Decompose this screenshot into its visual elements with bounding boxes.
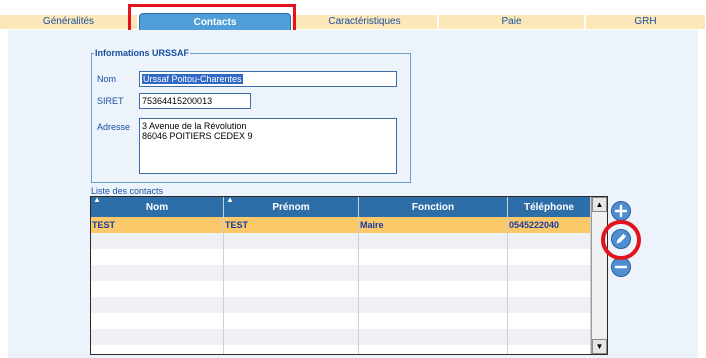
table-row[interactable] <box>91 345 591 354</box>
scroll-down-icon[interactable]: ▼ <box>592 339 607 354</box>
plus-circle-icon <box>614 204 628 218</box>
adresse-label: Adresse <box>97 122 131 132</box>
table-cell-prenom <box>224 281 359 297</box>
contacts-list-title: Liste des contacts <box>91 186 164 196</box>
table-cell-telephone <box>508 233 591 249</box>
table-row[interactable]: TEST TEST Maire 0545222040 <box>91 217 591 233</box>
tab-paie[interactable]: Paie <box>439 15 585 29</box>
table-row[interactable] <box>91 249 591 265</box>
add-contact-button[interactable] <box>611 201 631 221</box>
table-cell-nom <box>91 265 224 281</box>
table-cell-telephone <box>508 329 591 345</box>
table-cell-prenom <box>224 249 359 265</box>
tab-bar: Généralités Contacts Caractéristiques Pa… <box>0 0 706 30</box>
table-row[interactable] <box>91 281 591 297</box>
table-cell-telephone <box>508 313 591 329</box>
table-row[interactable] <box>91 265 591 281</box>
table-cell-fonction <box>359 297 508 313</box>
tab-caracteristiques[interactable]: Caractéristiques <box>292 15 438 29</box>
column-header-nom[interactable]: ▲ Nom <box>91 197 224 217</box>
table-cell-telephone <box>508 249 591 265</box>
table-cell-nom <box>91 249 224 265</box>
sort-icon: ▲ <box>93 196 101 204</box>
adresse-field[interactable]: 3 Avenue de la Révolution 86046 POITIERS… <box>139 118 397 174</box>
urssaf-legend: Informations URSSAF <box>94 48 191 59</box>
table-row[interactable] <box>91 233 591 249</box>
minus-circle-icon <box>614 265 628 269</box>
table-cell-prenom <box>224 313 359 329</box>
vertical-scrollbar[interactable]: ▲ ▼ <box>591 197 607 354</box>
table-cell-nom <box>91 281 224 297</box>
table-cell-nom <box>91 233 224 249</box>
table-cell-telephone: 0545222040 <box>508 217 591 233</box>
table-cell-prenom <box>224 233 359 249</box>
table-cell-telephone <box>508 297 591 313</box>
table-row[interactable] <box>91 313 591 329</box>
nom-field[interactable]: Urssaf Poitou-Charentes <box>139 71 397 87</box>
siret-field[interactable]: 75364415200013 <box>139 93 251 109</box>
nom-label: Nom <box>97 74 117 84</box>
table-cell-fonction <box>359 233 508 249</box>
table-row[interactable] <box>91 297 591 313</box>
scroll-up-icon[interactable]: ▲ <box>592 197 607 212</box>
siret-label: SIRET <box>97 96 124 106</box>
table-cell-fonction <box>359 265 508 281</box>
table-cell-nom <box>91 345 224 354</box>
table-cell-nom <box>91 313 224 329</box>
table-cell-prenom <box>224 345 359 354</box>
table-cell-fonction <box>359 249 508 265</box>
column-header-fonction[interactable]: Fonction <box>359 197 508 217</box>
column-header-prenom[interactable]: ▲ Prénom <box>224 197 359 217</box>
tab-grh[interactable]: GRH <box>586 15 706 29</box>
table-cell-fonction: Maire <box>359 217 508 233</box>
table-cell-telephone <box>508 265 591 281</box>
sort-icon: ▲ <box>226 196 234 204</box>
column-header-telephone[interactable]: Téléphone <box>508 197 591 217</box>
table-cell-nom <box>91 329 224 345</box>
table-row[interactable] <box>91 329 591 345</box>
table-cell-telephone <box>508 281 591 297</box>
table-cell-prenom <box>224 329 359 345</box>
edit-button-highlight <box>601 220 641 260</box>
remove-contact-button[interactable] <box>611 257 631 277</box>
table-cell-prenom <box>224 265 359 281</box>
table-header: ▲ Nom ▲ Prénom Fonction Téléphone <box>91 197 591 217</box>
tab-generalites[interactable]: Généralités <box>0 15 138 29</box>
table-cell-fonction <box>359 345 508 354</box>
table-cell-nom: TEST <box>91 217 224 233</box>
contacts-table: ▲ Nom ▲ Prénom Fonction Téléphone TEST TEST… <box>90 196 608 355</box>
table-cell-nom <box>91 297 224 313</box>
nom-value: Urssaf Poitou-Charentes <box>142 74 243 84</box>
table-cell-fonction <box>359 313 508 329</box>
table-cell-fonction <box>359 329 508 345</box>
table-cell-fonction <box>359 281 508 297</box>
table-cell-telephone <box>508 345 591 354</box>
table-cell-prenom: TEST <box>224 217 359 233</box>
table-cell-prenom <box>224 297 359 313</box>
